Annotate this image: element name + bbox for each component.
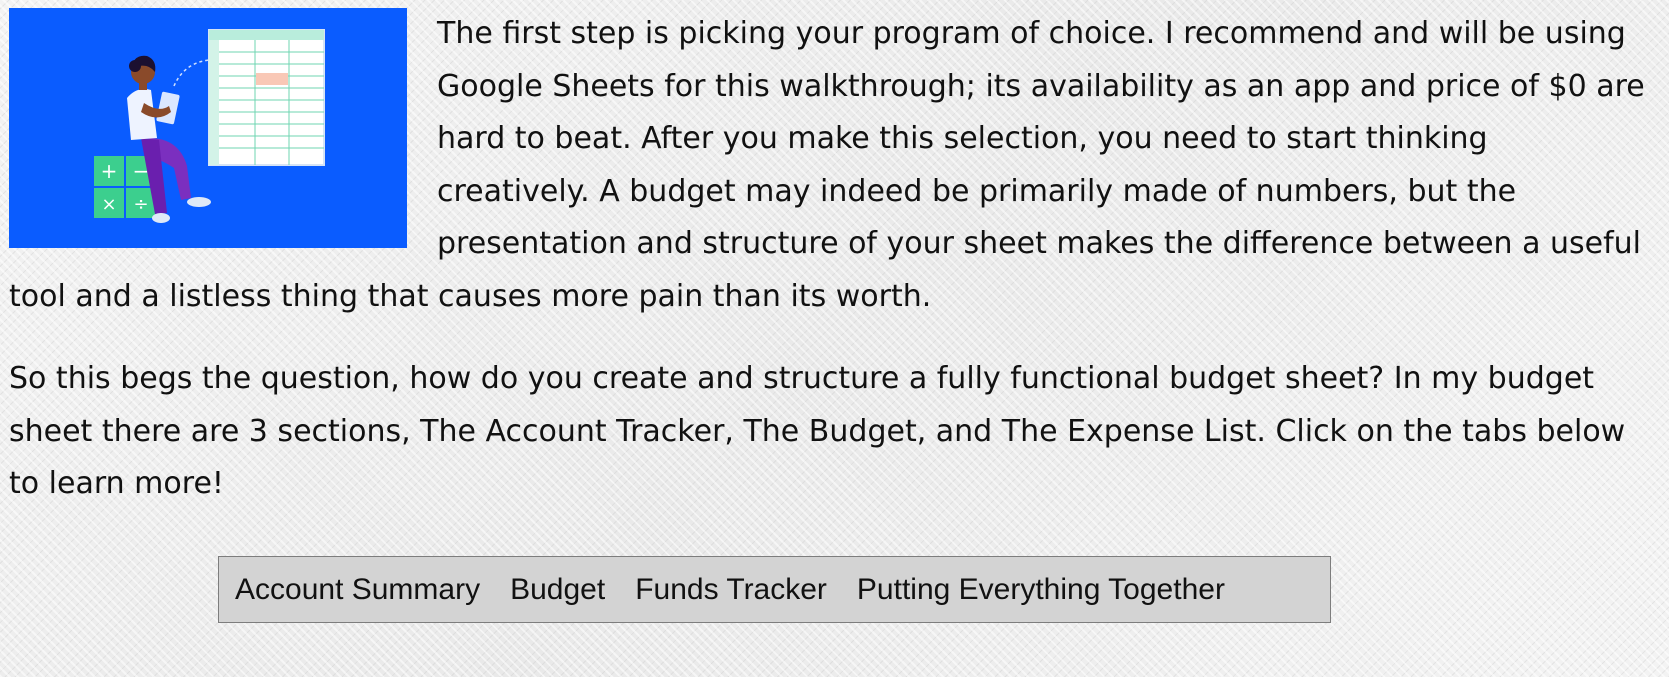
divide-icon: ÷ (133, 194, 148, 215)
plus-icon: + (101, 159, 118, 183)
spreadsheet-illustration-icon: + − × ÷ (94, 29, 325, 223)
section-tabs: Account Summary Budget Funds Tracker Put… (218, 556, 1331, 623)
tab-funds-tracker[interactable]: Funds Tracker (620, 556, 842, 623)
spreadsheet-illustration-image: + − × ÷ (9, 8, 407, 248)
tab-budget[interactable]: Budget (495, 556, 620, 623)
sections-paragraph: So this begs the question, how do you cr… (9, 361, 1626, 501)
article-content: + − × ÷ The first step is picking your p… (9, 8, 1649, 511)
tab-putting-everything-together[interactable]: Putting Everything Together (842, 556, 1240, 623)
times-icon: × (101, 194, 116, 215)
tab-account-summary[interactable]: Account Summary (235, 556, 495, 623)
